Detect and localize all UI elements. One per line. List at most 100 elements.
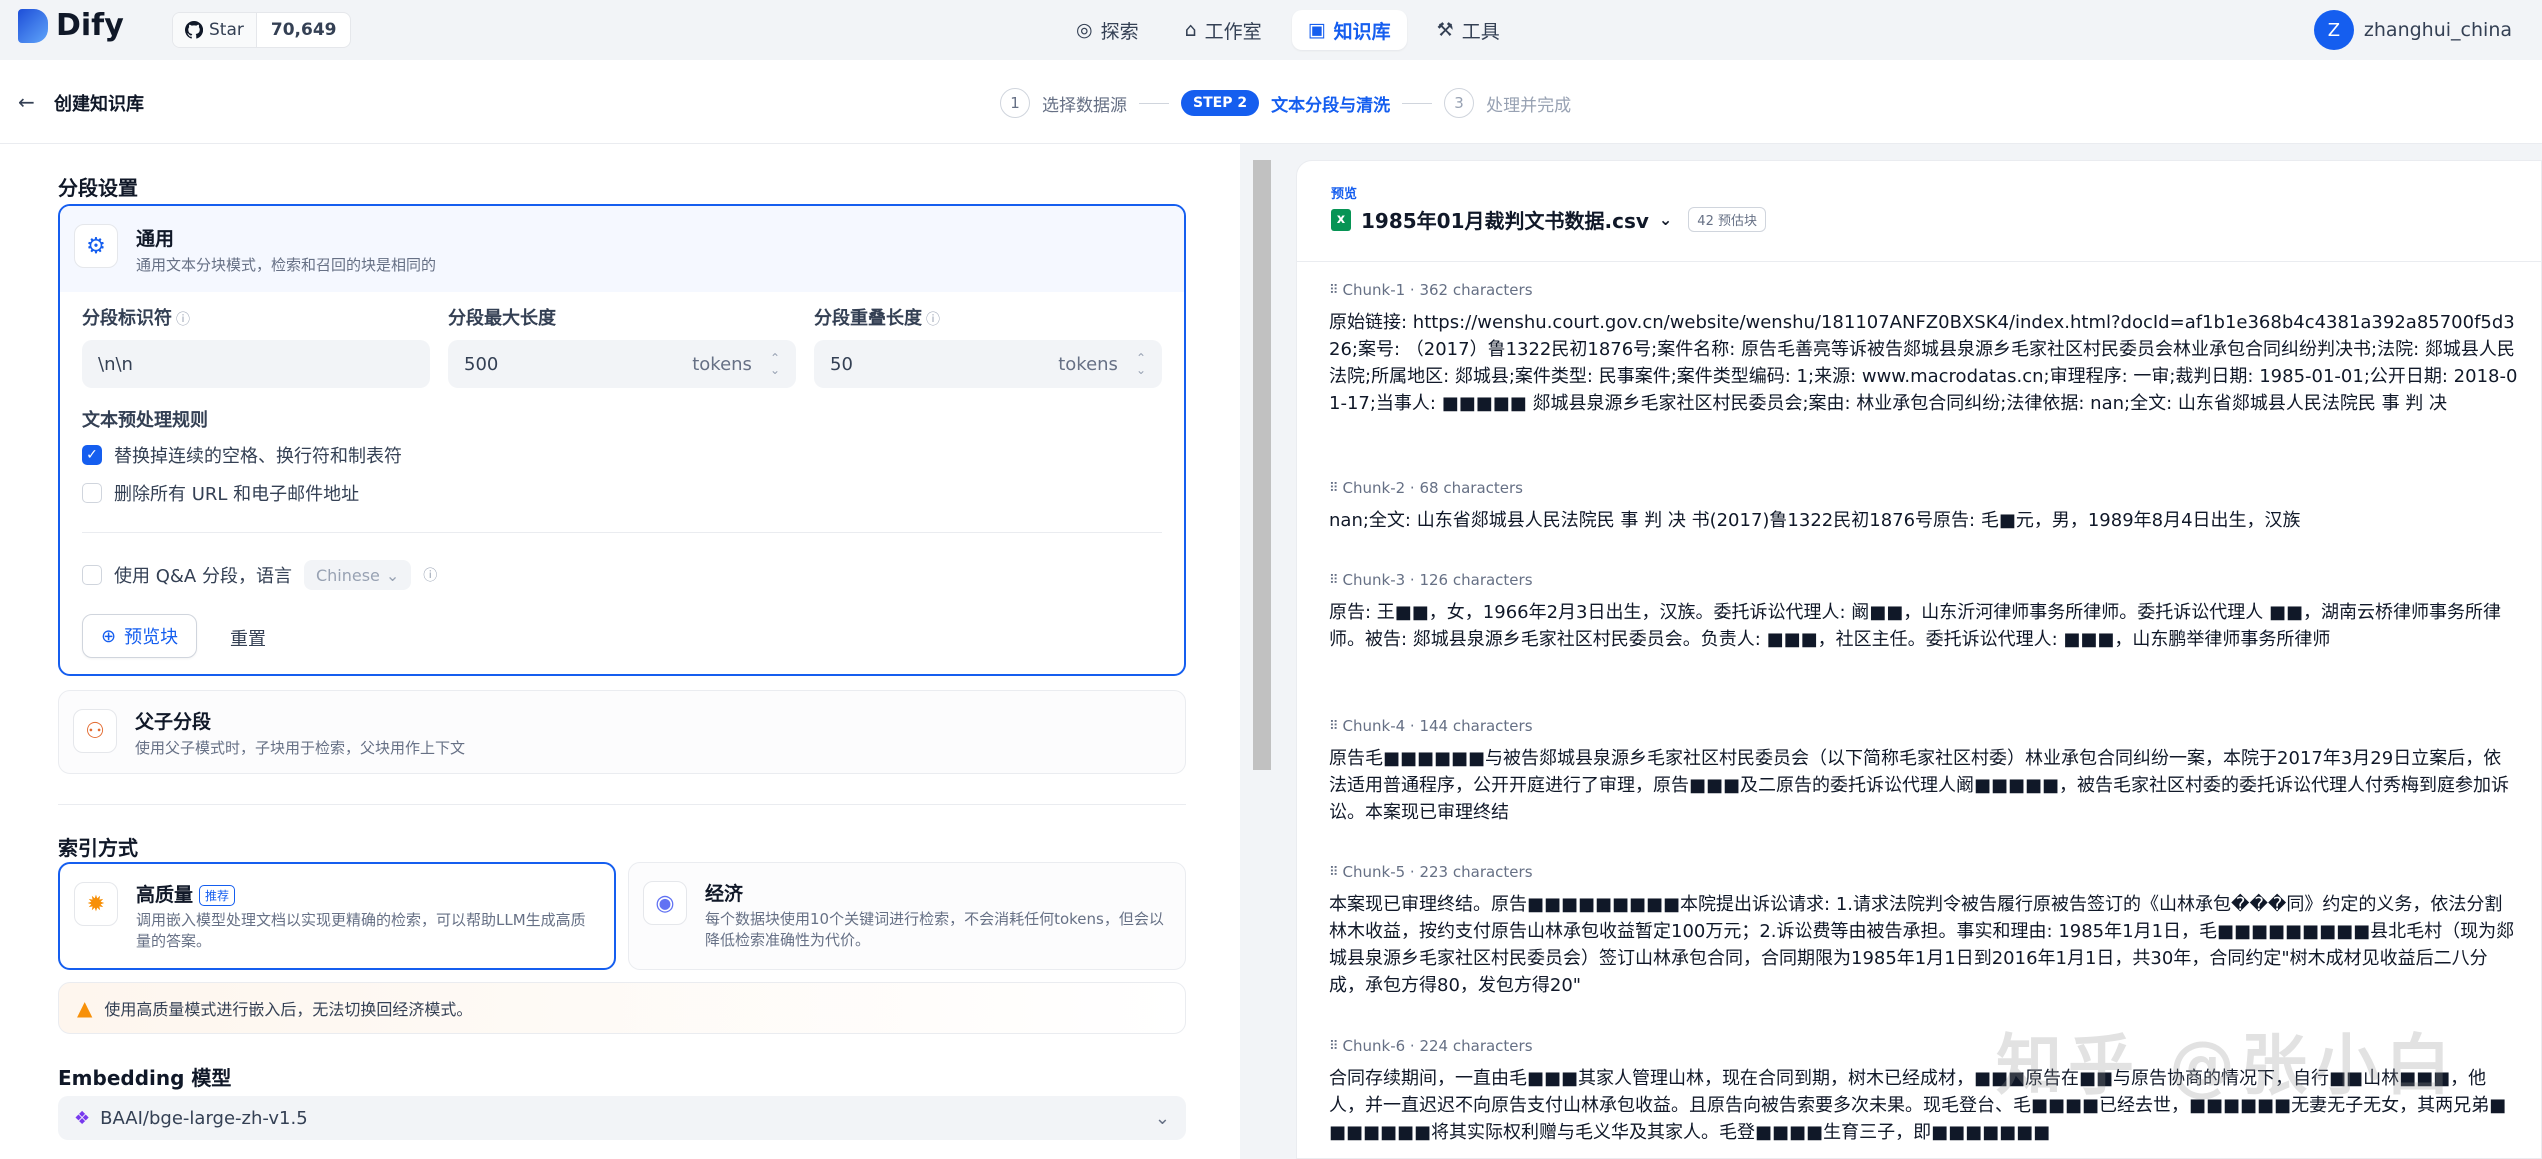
step-2-label: 文本分段与清洗 xyxy=(1271,95,1391,116)
identifier-label: 分段标识符 ⓘ xyxy=(82,308,190,329)
reset-button[interactable]: 重置 xyxy=(230,625,266,651)
nav-knowledge[interactable]: ▣ 知识库 xyxy=(1291,10,1407,50)
rules-title: 文本预处理规则 xyxy=(82,410,208,431)
chunk-item: ⠿ Chunk-2 · 68 characters nan;全文: 山东省郯城县人… xyxy=(1329,479,2519,534)
checkbox[interactable] xyxy=(82,565,102,585)
general-card-header: ⚙ 通用 通用文本分块模式，检索和召回的块是相同的 xyxy=(60,206,1184,292)
star-label: Star xyxy=(209,20,244,40)
drag-grip-icon: ⠿ xyxy=(1329,1038,1338,1054)
high-quality-card[interactable]: ✹ 高质量 推荐 调用嵌入模型处理文档以实现更精确的检索，可以帮助LLM生成高质量… xyxy=(58,862,616,970)
star-count: 70,649 xyxy=(270,20,337,40)
back-arrow-icon[interactable]: ← xyxy=(18,90,35,114)
step-2-badge: STEP 2 xyxy=(1181,90,1260,116)
embedding-model-select[interactable]: ❖ BAAI/bge-large-zh-v1.5 ⌄ xyxy=(58,1096,1186,1140)
divider xyxy=(82,532,1162,533)
chunk-item: ⠿ Chunk-5 · 223 characters 本案现已审理终结。原告■■■… xyxy=(1329,863,2519,999)
chunk-meta: Chunk-6 · 224 characters xyxy=(1342,1037,1533,1055)
dify-logo-mark xyxy=(18,8,48,43)
economy-card[interactable]: ◉ 经济 每个数据块使用10个关键词进行检索，不会消耗任何tokens，但会以降… xyxy=(628,862,1186,970)
nav-explore[interactable]: ◎ 探索 xyxy=(1060,10,1155,50)
model-provider-icon: ❖ xyxy=(74,1107,91,1129)
overlap-label: 分段重叠长度 ⓘ xyxy=(814,308,940,329)
high-quality-desc: 调用嵌入模型处理文档以实现更精确的检索，可以帮助LLM生成高质量的答案。 xyxy=(136,911,586,950)
info-icon: ⓘ xyxy=(176,312,190,328)
parent-child-card[interactable]: ⚇ 父子分段 使用父子模式时，子块用于检索，父块用作上下文 xyxy=(58,690,1186,774)
preview-pane: 预览 x 1985年01月裁判文书数据.csv ⌄ 42 预估块 ⠿ Chunk-… xyxy=(1296,160,2542,1159)
chunk-meta: Chunk-4 · 144 characters xyxy=(1342,717,1533,735)
rule-whitespace-row[interactable]: ✓ 替换掉连续的空格、换行符和制表符 xyxy=(82,442,402,468)
stepper-arrows-icon[interactable]: ⌃ ⌄ xyxy=(1136,352,1146,376)
language-select[interactable]: Chinese ⌄ xyxy=(303,560,412,590)
star-badge-icon: ✹ xyxy=(74,882,118,926)
drag-grip-icon: ⠿ xyxy=(1329,864,1338,880)
chunk-item: ⠿ Chunk-3 · 126 characters 原告: 王■■，女，1966… xyxy=(1329,571,2519,653)
page-header: ← 创建知识库 1 选择数据源 STEP 2 文本分段与清洗 3 处理并完成 xyxy=(0,60,2542,144)
step-connector xyxy=(1402,102,1433,104)
general-desc: 通用文本分块模式，检索和召回的块是相同的 xyxy=(136,256,437,274)
drag-grip-icon: ⠿ xyxy=(1329,572,1338,588)
dify-logo[interactable]: Dify xyxy=(18,8,124,43)
economy-desc: 每个数据块使用10个关键词进行检索，不会消耗任何tokens，但会以降低检索准确… xyxy=(705,910,1164,949)
chunk-text: 原告毛■■■■■■与被告郯城县泉源乡毛家社区村民委员会（以下简称毛家社区村委）林… xyxy=(1329,748,2510,823)
chunk-meta: Chunk-3 · 126 characters xyxy=(1342,571,1533,589)
chevron-down-icon: ⌄ xyxy=(1658,210,1673,229)
piggy-bank-icon: ◉ xyxy=(643,881,687,925)
compass-icon: ◎ xyxy=(1076,19,1093,41)
chunk-meta: Chunk-1 · 362 characters xyxy=(1342,281,1533,299)
family-icon: ⚇ xyxy=(73,709,117,753)
preview-label: 预览 xyxy=(1331,187,1358,202)
parent-child-title: 父子分段 xyxy=(135,711,212,733)
nav-tools[interactable]: ⚒ 工具 xyxy=(1421,10,1516,50)
index-section-title: 索引方式 xyxy=(58,836,138,860)
stepper: 1 选择数据源 STEP 2 文本分段与清洗 3 处理并完成 xyxy=(1000,88,1571,118)
general-segment-card[interactable]: ⚙ 通用 通用文本分块模式，检索和召回的块是相同的 分段标识符 ⓘ \n\n 分段… xyxy=(58,204,1186,676)
chunk-item: ⠿ Chunk-4 · 144 characters 原告毛■■■■■■与被告郯城… xyxy=(1329,717,2519,826)
page-title: 创建知识库 xyxy=(54,94,144,115)
chunk-meta: Chunk-5 · 223 characters xyxy=(1342,863,1533,881)
app-name: Dify xyxy=(56,8,124,43)
chunk-text: 本案现已审理终结。原告■■■■■■■■■本院提出诉讼请求: 1.请求法院判令被告… xyxy=(1329,894,2515,996)
top-nav-bar: Dify Star 70,649 ◎ 探索 ⌂ 工作室 ▣ 知识库 ⚒ 工具 Z zha… xyxy=(0,0,2542,60)
preview-chunks-button[interactable]: ⊕ 预览块 xyxy=(82,614,198,658)
high-quality-title: 高质量 推荐 xyxy=(136,880,236,907)
drag-grip-icon: ⠿ xyxy=(1329,480,1338,496)
step-3-number: 3 xyxy=(1444,88,1475,118)
index-warning: ▲ 使用高质量模式进行嵌入后，无法切换回经济模式。 xyxy=(58,982,1186,1034)
general-title: 通用 xyxy=(136,228,175,250)
step-connector xyxy=(1139,102,1169,104)
chevron-down-icon: ⌄ xyxy=(385,565,400,585)
preview-file-select[interactable]: x 1985年01月裁判文书数据.csv ⌄ 42 预估块 xyxy=(1331,205,1766,234)
chunk-item: ⠿ Chunk-1 · 362 characters 原始链接: https://… xyxy=(1329,281,2519,417)
max-length-input[interactable]: 500 tokens ⌃ ⌄ xyxy=(448,340,796,388)
max-length-label: 分段最大长度 xyxy=(448,308,556,329)
segment-section-title: 分段设置 xyxy=(58,176,138,200)
chunk-text: 原告: 王■■，女，1966年2月3日出生，汉族。委托诉讼代理人: 阚■■，山东… xyxy=(1329,602,2502,650)
overlap-input[interactable]: 50 tokens ⌃ ⌄ xyxy=(814,340,1162,388)
step-1-label: 选择数据源 xyxy=(1042,95,1127,116)
embedding-section-title: Embedding 模型 xyxy=(58,1066,232,1090)
warning-icon: ▲ xyxy=(77,996,93,1020)
recommended-badge: 推荐 xyxy=(199,885,236,906)
scrollbar-thumb[interactable] xyxy=(1253,160,1271,770)
checkbox-checked[interactable]: ✓ xyxy=(82,445,102,465)
checkbox[interactable] xyxy=(82,483,102,503)
user-menu[interactable]: Z zhanghui_china xyxy=(2313,10,2512,50)
step-3-label: 处理并完成 xyxy=(1486,95,1572,116)
identifier-input[interactable]: \n\n xyxy=(82,340,430,388)
chunk-text: nan;全文: 山东省郯城县人民法院民 事 判 决 书(2017)鲁1322民初… xyxy=(1329,510,2301,531)
stepper-arrows-icon[interactable]: ⌃ ⌄ xyxy=(770,352,780,376)
divider xyxy=(1297,261,2541,262)
main-nav: ◎ 探索 ⌂ 工作室 ▣ 知识库 ⚒ 工具 xyxy=(1060,10,1516,50)
chevron-down-icon: ⌄ xyxy=(1154,1107,1170,1129)
watermark: 知乎 @张小白 xyxy=(1996,1027,2457,1104)
drag-grip-icon: ⠿ xyxy=(1329,282,1338,298)
drag-grip-icon: ⠿ xyxy=(1329,718,1338,734)
excel-file-icon: x xyxy=(1331,208,1351,231)
qa-row[interactable]: 使用 Q&A 分段，语言 Chinese ⌄ ⓘ xyxy=(82,560,437,590)
preview-file-name: 1985年01月裁判文书数据.csv xyxy=(1361,209,1649,233)
nav-studio[interactable]: ⌂ 工作室 xyxy=(1169,10,1278,50)
user-name: zhanghui_china xyxy=(2363,19,2512,41)
parent-child-desc: 使用父子模式时，子块用于检索，父块用作上下文 xyxy=(135,739,466,757)
rule-url-row[interactable]: 删除所有 URL 和电子邮件地址 xyxy=(82,480,359,506)
github-star-button[interactable]: Star 70,649 xyxy=(172,12,352,48)
